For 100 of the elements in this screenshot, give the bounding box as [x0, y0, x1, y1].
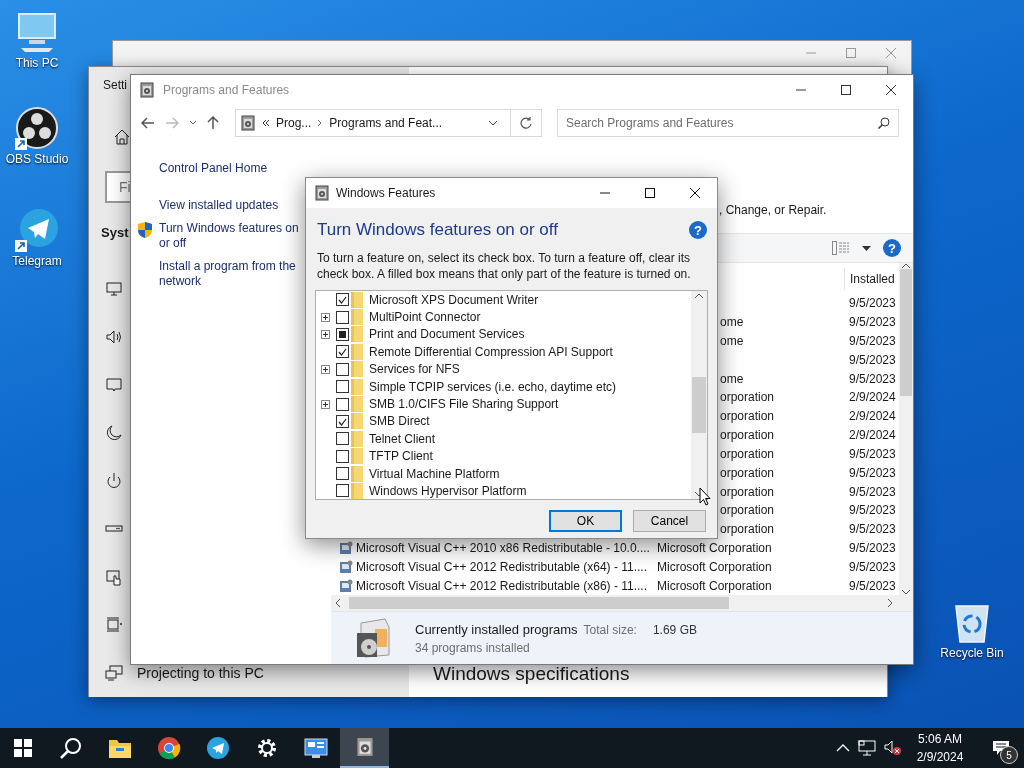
publisher-cell: Microsoft Corporation [657, 578, 772, 593]
back-icon[interactable] [141, 117, 155, 129]
date-cell-text: 9/5/2023 [848, 352, 897, 367]
volume-muted-icon[interactable] [884, 740, 902, 756]
settings-icon[interactable] [255, 737, 278, 759]
nav-item[interactable]: Projecting to this PC [137, 665, 264, 681]
chrome-logo-icon[interactable] [156, 736, 181, 760]
scroll-thumb[interactable] [900, 269, 912, 396]
search-icon[interactable] [58, 736, 83, 760]
cancel-button[interactable]: Cancel [633, 510, 706, 532]
address-bar[interactable]: Prog... Programs and Feat... [235, 109, 542, 137]
feature-label[interactable]: Windows Hypervisor Platform [369, 484, 527, 498]
vertical-scrollbar[interactable] [691, 291, 707, 499]
feature-label[interactable]: MultiPoint Connector [369, 310, 481, 325]
checkbox[interactable] [336, 432, 349, 446]
expand-icon[interactable] [321, 329, 330, 339]
desktop-icon-label[interactable]: Recycle Bin [940, 646, 1004, 660]
horizontal-scrollbar[interactable] [331, 595, 913, 611]
task-link[interactable]: View installed updates [159, 198, 309, 213]
checkbox[interactable] [336, 397, 349, 411]
caret-icon[interactable] [862, 245, 871, 251]
checkbox[interactable] [336, 327, 349, 341]
feature-label[interactable]: Telnet Client [369, 431, 436, 446]
size-value: 1.69 GB [652, 622, 697, 637]
close-icon [886, 48, 896, 58]
scroll-thumb[interactable] [349, 597, 729, 609]
scroll-right-icon [887, 598, 893, 608]
feature-label[interactable]: Remote Differential Compression API Support [369, 344, 613, 359]
publisher-cell: ome [720, 315, 744, 330]
breadcrumb-item[interactable]: Prog... [276, 116, 312, 130]
program-name[interactable]: Microsoft Visual C++ 2012 Redistributable (x86) - 11.... [356, 578, 648, 593]
feature-label[interactable]: Services for NFS [369, 362, 460, 377]
program-name[interactable]: Microsoft Visual C++ 2012 Redistributable (x64) - 11.... [356, 559, 648, 574]
task-link[interactable]: Turn Windows features on or off [159, 221, 309, 251]
control-panel-icon[interactable] [303, 737, 328, 759]
checkbox[interactable] [336, 484, 349, 498]
feature-label[interactable]: Simple TCPIP services (i.e. echo, daytime etc) [369, 379, 616, 394]
moon-icon[interactable] [105, 424, 123, 442]
breadcrumb-item[interactable]: Programs and Feat... [329, 116, 443, 130]
program-name[interactable]: Microsoft Visual C++ 2010 x86 Redistributable - 10.0.... [356, 540, 650, 555]
scroll-down-icon [901, 589, 911, 595]
feature-label[interactable]: Microsoft XPS Document Writer [369, 292, 539, 307]
help-button[interactable]: ? [883, 239, 901, 257]
windows-logo-icon[interactable] [14, 739, 32, 757]
date-cell-text: 9/5/2023 [848, 315, 897, 330]
ok-button[interactable]: OK [549, 510, 622, 532]
window-title: Programs and Features [163, 83, 290, 97]
feature-label[interactable]: Virtual Machine Platform [369, 466, 500, 481]
expand-icon[interactable] [321, 399, 330, 409]
checkbox[interactable] [336, 414, 349, 428]
network-icon[interactable] [858, 740, 876, 756]
publisher-cell: orporation [720, 522, 775, 537]
tablet-icon[interactable] [105, 568, 123, 586]
two-monitors-icon[interactable] [105, 664, 123, 682]
message-icon[interactable] [105, 376, 123, 394]
clock[interactable]: 5:06 AM 2/9/2024 [910, 732, 970, 764]
multitasking-icon[interactable] [105, 616, 123, 634]
speaker-icon[interactable] [105, 328, 123, 346]
home-icon[interactable] [113, 127, 131, 147]
notification-button[interactable]: 5 [978, 728, 1024, 768]
paper-plane-icon[interactable] [205, 736, 230, 760]
checkbox[interactable] [336, 449, 349, 463]
expand-icon[interactable] [321, 312, 330, 322]
checkbox[interactable] [336, 467, 349, 481]
expand-icon[interactable] [321, 364, 330, 374]
checkbox[interactable] [336, 345, 349, 359]
power-icon[interactable] [105, 472, 123, 490]
desktop-icon-label[interactable]: Telegram [12, 254, 62, 268]
vertical-scrollbar[interactable] [899, 263, 913, 595]
size-label: Total size: [583, 622, 637, 637]
scroll-up-icon [901, 263, 911, 269]
help-button[interactable]: ? [689, 221, 707, 239]
task-link[interactable]: Control Panel Home [159, 161, 309, 176]
display-icon[interactable] [105, 280, 123, 298]
checkbox[interactable] [336, 362, 349, 376]
view-icon[interactable] [832, 241, 850, 255]
checkbox[interactable] [336, 380, 349, 394]
checkbox[interactable] [336, 293, 349, 307]
taskbar-button[interactable] [340, 728, 389, 768]
up-icon[interactable] [207, 116, 219, 130]
maximize-icon [846, 48, 856, 58]
scroll-thumb[interactable] [692, 377, 706, 433]
publisher-cell: ome [720, 371, 744, 386]
task-link[interactable]: Install a program from the network [159, 259, 309, 289]
checkbox[interactable] [336, 310, 349, 324]
desktop-icon-label[interactable]: This PC [15, 56, 59, 70]
dropdown-icon[interactable] [488, 120, 498, 126]
chevron-up-icon[interactable] [836, 744, 850, 752]
feature-label[interactable]: TFTP Client [369, 449, 433, 464]
dropdown-icon[interactable] [189, 120, 197, 126]
date-cell-text: 9/5/2023 [848, 503, 897, 518]
search-field[interactable]: Search Programs and Features [557, 109, 899, 137]
date-cell-text: 9/5/2023 [848, 540, 897, 555]
date-cell-text: 2/9/2024 [848, 390, 897, 405]
desktop-icon-label[interactable]: OBS Studio [5, 152, 69, 166]
feature-label[interactable]: SMB 1.0/CIFS File Sharing Support [369, 397, 559, 412]
feature-label[interactable]: SMB Direct [369, 414, 430, 429]
close-icon [885, 85, 896, 95]
feature-label[interactable]: Print and Document Services [369, 327, 525, 342]
program-count: 34 programs installed [415, 640, 531, 655]
